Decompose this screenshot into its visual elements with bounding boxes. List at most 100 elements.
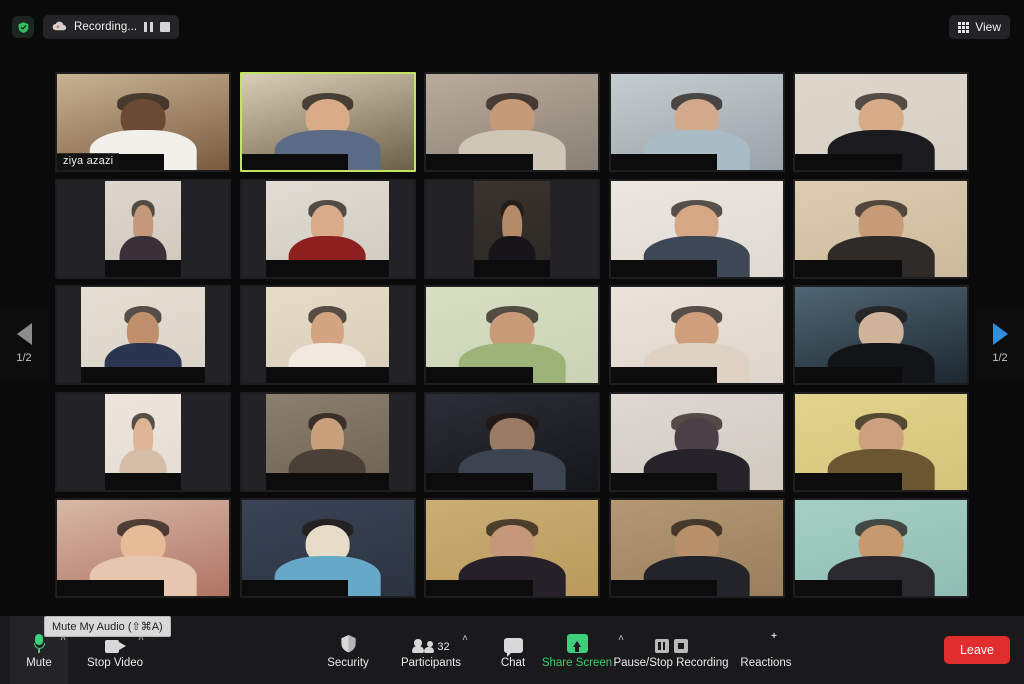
video-pillarbox [180, 393, 229, 490]
stop-recording-icon[interactable] [159, 22, 170, 32]
participant-video [610, 74, 783, 170]
participant-tile[interactable] [239, 285, 416, 385]
video-letterbox [426, 153, 533, 170]
video-pillarbox [57, 180, 106, 277]
video-pillarbox [180, 180, 229, 277]
video-letterbox [426, 579, 533, 596]
next-page-label: 1/2 [992, 351, 1008, 364]
share-screen-label: Share Screen [541, 657, 613, 669]
chat-button[interactable]: Chat [484, 616, 542, 684]
participant-tile[interactable] [608, 72, 785, 172]
participant-video [241, 180, 414, 277]
participant-tile[interactable]: ziya azazi [55, 72, 231, 172]
participant-tile[interactable] [608, 498, 785, 598]
pause-recording-icon[interactable] [144, 22, 153, 32]
participant-video [57, 180, 229, 277]
shield-icon [340, 631, 357, 653]
participant-tile[interactable] [424, 498, 600, 598]
reactions-icon: + [757, 631, 777, 653]
participant-video [795, 180, 967, 277]
video-letterbox [57, 579, 164, 596]
stop-icon[interactable] [673, 639, 688, 653]
participant-tile[interactable] [424, 285, 600, 385]
participant-video [610, 500, 783, 596]
participant-video [426, 287, 598, 383]
shield-check-icon[interactable] [12, 16, 34, 38]
mute-tooltip: Mute My Audio (⇧⌘A) [44, 616, 171, 637]
participant-tile[interactable] [424, 72, 600, 172]
participant-tile[interactable] [793, 285, 969, 385]
video-letterbox [610, 473, 718, 490]
pause-stop-recording-button[interactable]: Pause/Stop Recording [604, 616, 738, 684]
video-letterbox [241, 579, 349, 596]
video-pillarbox [241, 180, 266, 277]
pause-icon[interactable] [654, 639, 669, 653]
video-pillarbox [426, 180, 475, 277]
stop-video-label: Stop Video [86, 657, 144, 669]
video-letterbox [795, 473, 902, 490]
microphone-icon [33, 631, 45, 653]
video-letterbox [105, 260, 181, 277]
video-letterbox [610, 366, 718, 383]
participant-video [57, 500, 229, 596]
previous-page-button[interactable]: 1/2 [0, 305, 48, 381]
participant-video [241, 287, 414, 383]
participant-video [241, 74, 414, 170]
view-button-label: View [975, 20, 1001, 34]
video-letterbox [81, 366, 205, 383]
participant-tile[interactable] [239, 178, 416, 279]
participants-button[interactable]: 32 Participants ˄ [388, 616, 474, 684]
participant-tile[interactable] [608, 285, 785, 385]
participants-caret-icon[interactable]: ˄ [462, 634, 468, 644]
participant-video [241, 500, 414, 596]
video-pillarbox [241, 287, 266, 383]
participant-tile[interactable] [424, 391, 600, 492]
leave-button[interactable]: Leave [943, 636, 1010, 664]
video-letterbox [105, 473, 181, 490]
video-letterbox [610, 260, 718, 277]
participant-tile[interactable] [55, 498, 231, 598]
participant-tile[interactable] [608, 178, 785, 279]
participant-tile[interactable] [239, 498, 416, 598]
participant-tile[interactable] [793, 498, 969, 598]
participant-tile[interactable] [55, 285, 231, 385]
participant-name-label: ziya azazi [57, 153, 120, 170]
video-letterbox [426, 366, 533, 383]
prev-page-label: 1/2 [16, 351, 32, 364]
video-pillarbox [549, 180, 598, 277]
participant-tile[interactable] [239, 72, 416, 172]
video-letterbox [241, 153, 349, 170]
participant-video [610, 180, 783, 277]
recording-label: Recording... [74, 21, 138, 33]
reactions-label: Reactions [740, 657, 792, 669]
video-letterbox [795, 579, 902, 596]
participant-video [610, 393, 783, 490]
video-pillarbox [57, 287, 82, 383]
video-letterbox [474, 260, 550, 277]
participant-tile[interactable] [793, 391, 969, 492]
participant-tile[interactable] [239, 391, 416, 492]
video-pillarbox [389, 393, 414, 490]
participant-gallery: ziya azazi [55, 72, 969, 602]
next-page-button[interactable]: 1/2 [976, 305, 1024, 381]
video-pillarbox [241, 393, 266, 490]
video-pillarbox [57, 393, 106, 490]
chat-bubble-icon [503, 631, 523, 657]
reactions-button[interactable]: + Reactions [730, 616, 802, 684]
participant-tile[interactable] [608, 391, 785, 492]
security-button[interactable]: Security [318, 616, 378, 684]
video-letterbox [426, 473, 533, 490]
participant-tile[interactable] [55, 178, 231, 279]
participant-tile[interactable] [55, 391, 231, 492]
participant-tile[interactable] [793, 178, 969, 279]
view-button[interactable]: View [949, 15, 1010, 39]
video-letterbox [265, 260, 390, 277]
security-label: Security [327, 657, 369, 669]
participant-video [57, 393, 229, 490]
participant-tile[interactable] [793, 72, 969, 172]
participant-tile[interactable] [424, 178, 600, 279]
video-letterbox [610, 153, 718, 170]
participant-video [426, 180, 598, 277]
participants-count: 32 [437, 641, 450, 653]
participant-video [795, 500, 967, 596]
